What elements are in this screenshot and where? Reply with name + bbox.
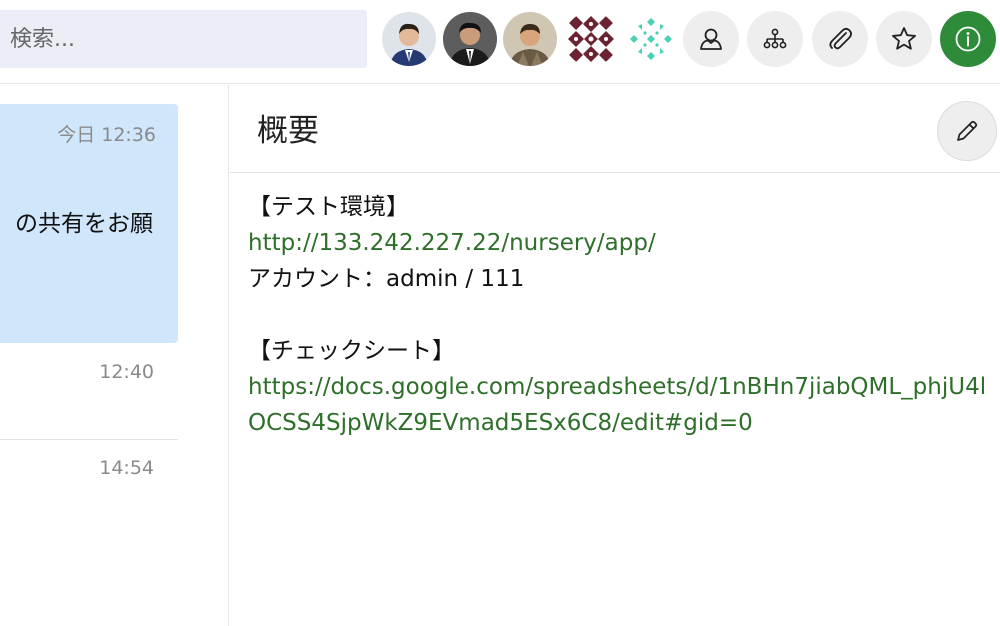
contacts-button[interactable] bbox=[683, 11, 739, 67]
page-title: 概要 bbox=[257, 113, 319, 149]
top-toolbar bbox=[0, 0, 1000, 84]
avatar-image bbox=[443, 12, 497, 66]
search-input[interactable] bbox=[10, 26, 350, 52]
message-time: 14:54 bbox=[99, 457, 154, 479]
summary-header: 概要 bbox=[230, 85, 1000, 173]
member-avatar-5[interactable] bbox=[624, 12, 678, 66]
edit-button[interactable] bbox=[937, 101, 997, 161]
search-box[interactable] bbox=[0, 10, 367, 68]
summary-content: 【テスト環境】 http://133.242.227.22/nursery/ap… bbox=[248, 189, 986, 441]
section-heading: 【テスト環境】 bbox=[248, 194, 409, 220]
org-chart-button[interactable] bbox=[747, 11, 803, 67]
account-info: アカウント：admin / 111 bbox=[248, 266, 525, 292]
test-env-link[interactable]: http://133.242.227.22/nursery/app/ bbox=[248, 225, 986, 261]
member-avatar-2[interactable] bbox=[443, 12, 497, 66]
message-text: の共有をお願 bbox=[15, 211, 153, 237]
member-avatar-1[interactable] bbox=[382, 12, 436, 66]
checksheet-link[interactable]: OCSS4SjpWkZ9EVmad5ESx6C8/edit#gid=0 bbox=[248, 405, 986, 441]
message-list: 今日 12:36 の共有をお願 12:40 14:54 bbox=[0, 85, 229, 626]
checksheet-link[interactable]: https://docs.google.com/spreadsheets/d/1… bbox=[248, 369, 986, 405]
avatar-image bbox=[564, 12, 618, 66]
avatar-image bbox=[624, 12, 678, 66]
favorite-button[interactable] bbox=[876, 11, 932, 67]
message-time: 今日 12:36 bbox=[57, 124, 156, 146]
pencil-icon bbox=[957, 120, 978, 141]
message-bubble[interactable]: 今日 12:36 の共有をお願 bbox=[0, 104, 178, 343]
paperclip-icon bbox=[829, 27, 853, 50]
member-avatar-4[interactable] bbox=[564, 12, 618, 66]
star-icon bbox=[892, 27, 916, 50]
divider bbox=[0, 439, 178, 440]
contacts-icon bbox=[700, 28, 722, 50]
avatar-image bbox=[503, 12, 557, 66]
info-icon bbox=[955, 26, 981, 52]
message-time: 12:40 bbox=[99, 361, 154, 383]
info-button[interactable] bbox=[940, 11, 996, 67]
attachments-button[interactable] bbox=[812, 11, 868, 67]
section-heading: 【チェックシート】 bbox=[248, 338, 455, 364]
avatar-image bbox=[382, 12, 436, 66]
member-avatar-3[interactable] bbox=[503, 12, 557, 66]
summary-panel: 概要 【テスト環境】 http://133.242.227.22/nursery… bbox=[230, 85, 1000, 626]
org-chart-icon bbox=[763, 28, 787, 49]
